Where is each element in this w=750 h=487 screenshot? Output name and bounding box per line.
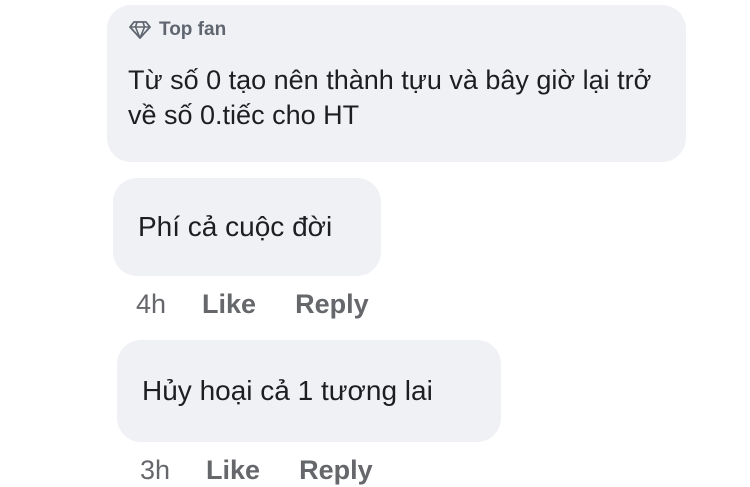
comment-bubble-3: Hủy hoại cả 1 tương lai [117,340,501,442]
comment-thread: Top fan Từ số 0 tạo nên thành tựu và bây… [0,0,750,487]
comment-actions: 4h Like Reply [136,289,369,320]
comment-bubble-1: Top fan Từ số 0 tạo nên thành tựu và bây… [107,5,686,162]
comment-text: Phí cả cuộc đời [138,211,333,242]
comment-actions: 3h Like Reply [140,455,373,486]
reply-button[interactable]: Reply [295,289,369,320]
timestamp: 4h [136,289,167,319]
diamond-icon [129,21,151,39]
reply-button[interactable]: Reply [299,455,373,486]
comment-bubble-2: Phí cả cuộc đời [113,178,381,276]
comment-text: Từ số 0 tạo nên thành tựu và bây giờ lại… [128,65,652,130]
top-fan-badge: Top fan [129,19,226,41]
timestamp: 3h [140,455,171,485]
like-button[interactable]: Like [202,289,256,320]
comment-text: Hủy hoại cả 1 tương lai [142,375,433,406]
badge-label: Top fan [159,19,227,40]
like-button[interactable]: Like [206,455,260,486]
